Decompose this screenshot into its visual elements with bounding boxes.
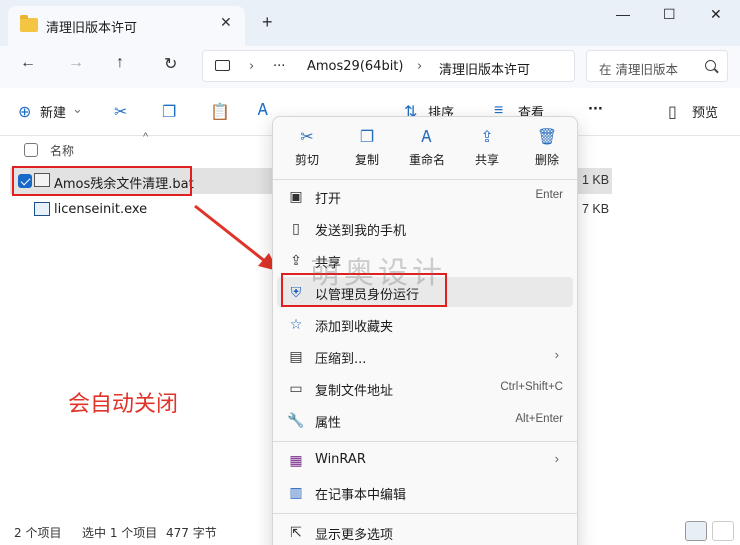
menu-item-edit-notepad[interactable]: ▥ 在记事本中编辑 [277, 477, 573, 507]
menu-item-label: 在记事本中编辑 [315, 488, 407, 503]
menu-item-label: 发送到我的手机 [315, 224, 407, 239]
item-count: 2 个项目 [14, 526, 62, 540]
menu-item-label: 属性 [315, 416, 342, 431]
copy-label: 复制 [354, 153, 379, 167]
zip-icon: ▤ [289, 348, 303, 364]
rename-label: 重命名 [408, 153, 445, 167]
context-menu: ✂ 剪切 ❐ 复制 Ꭺ 重命名 ⇪ 共享 🗑 删除 ▣ 打开 Enter ▯ 发… [272, 116, 578, 545]
selected-size: 477 字节 [166, 526, 217, 540]
menu-item-label: WinRAR [315, 452, 366, 467]
star-icon: ☆ [289, 316, 303, 332]
cut-label: 剪切 [294, 153, 319, 167]
menu-item-label: 压缩到... [315, 352, 367, 367]
selected-count: 选中 1 个项目 [82, 526, 158, 540]
rename-button[interactable]: Ꭺ 重命名 [399, 127, 455, 177]
menu-item-label: 打开 [315, 192, 342, 207]
cut-icon: ✂ [300, 129, 314, 146]
menu-item-label: 添加到收藏夹 [315, 320, 394, 335]
menu-item-label: 显示更多选项 [315, 528, 394, 543]
wrench-icon: 🔧 [287, 412, 305, 428]
annotation-text: 会自动关闭 [68, 392, 179, 417]
menu-item-properties[interactable]: 🔧 属性 Alt+Enter [277, 405, 573, 435]
share-icon: ⇪ [290, 252, 302, 268]
delete-button[interactable]: 🗑 删除 [519, 127, 575, 177]
watermark: 萌奥设计 [310, 256, 446, 291]
chevron-right-icon: › [554, 347, 559, 362]
share-icon: ⇪ [480, 129, 494, 146]
phone-icon: ▯ [292, 220, 300, 236]
menu-item-send-to-phone[interactable]: ▯ 发送到我的手机 [277, 213, 573, 243]
menu-item-shortcut: Alt+Enter [515, 413, 563, 425]
menu-item-shortcut: Enter [535, 189, 564, 201]
copy-icon: ❐ [359, 129, 375, 146]
delete-label: 删除 [534, 153, 559, 167]
share-button[interactable]: ⇪ 共享 [459, 127, 515, 177]
path-icon: ▭ [289, 380, 303, 396]
menu-item-compress[interactable]: ▤ 压缩到... › [277, 341, 573, 371]
more-options-icon: ⇱ [290, 524, 302, 540]
cut-button[interactable]: ✂ 剪切 [279, 127, 335, 177]
menu-separator [273, 179, 577, 180]
menu-item-copy-path[interactable]: ▭ 复制文件地址 Ctrl+Shift+C [277, 373, 573, 403]
trash-icon: 🗑 [536, 129, 558, 146]
winrar-icon: ▦ [289, 452, 303, 468]
menu-item-shortcut: Ctrl+Shift+C [500, 381, 563, 393]
menu-item-winrar[interactable]: ▦ WinRAR › [277, 445, 573, 475]
rename-icon: Ꭺ [421, 129, 433, 146]
menu-item-add-favorite[interactable]: ☆ 添加到收藏夹 [277, 309, 573, 339]
share-label: 共享 [474, 153, 499, 167]
tiles-view-icon[interactable] [712, 521, 734, 541]
copy-button[interactable]: ❐ 复制 [339, 127, 395, 177]
menu-separator [273, 513, 577, 514]
chevron-right-icon: › [554, 451, 559, 466]
notepad-icon: ▥ [289, 484, 303, 500]
open-icon: ▣ [289, 188, 303, 204]
menu-item-show-more[interactable]: ⇱ 显示更多选项 [277, 517, 573, 545]
menu-item-open[interactable]: ▣ 打开 Enter [277, 181, 573, 211]
menu-separator [273, 441, 577, 442]
details-view-icon[interactable] [685, 521, 707, 541]
menu-item-label: 复制文件地址 [315, 384, 394, 399]
